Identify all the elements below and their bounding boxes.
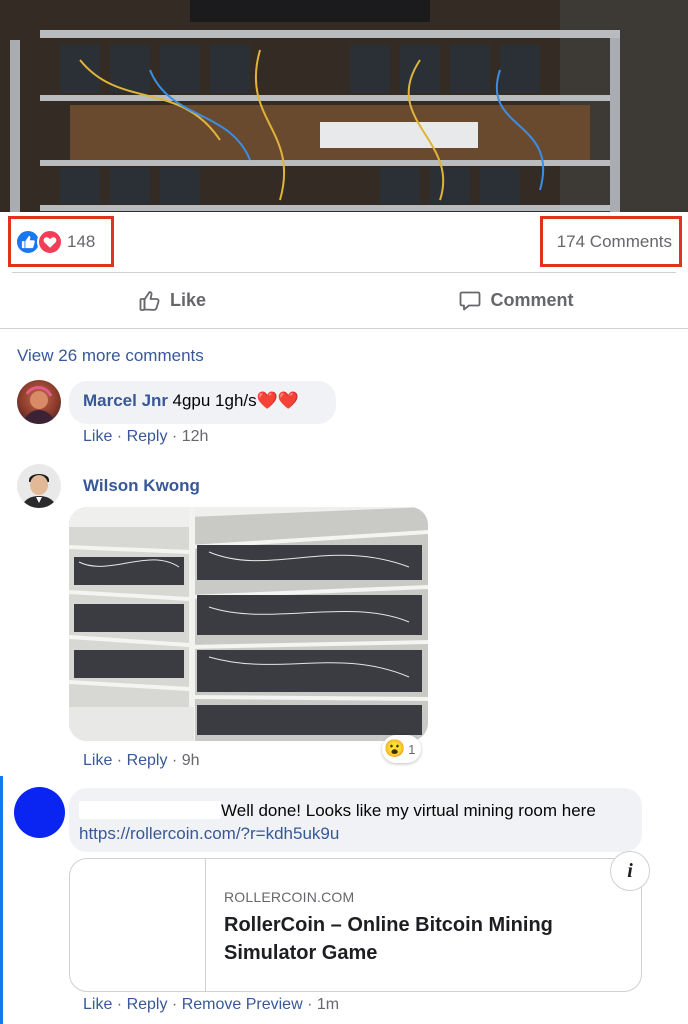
active-comment-indicator [0, 776, 3, 1024]
comment-like-link[interactable]: Like [83, 752, 112, 769]
link-preview-card[interactable]: ROLLERCOIN.COM RollerCoin – Online Bitco… [69, 858, 642, 992]
comment-reaction-count: 1 [408, 741, 416, 757]
reaction-count: 148 [67, 231, 96, 251]
comment-time[interactable]: 9h [182, 752, 200, 769]
like-button[interactable]: Like [0, 273, 344, 328]
comment-bubble: Well done! Looks like my virtual mining … [69, 788, 642, 852]
divider [0, 328, 688, 329]
comment-meta: Like · Reply · 9h [83, 752, 200, 769]
comment-time[interactable]: 12h [182, 428, 209, 445]
thumbs-up-icon [139, 290, 160, 311]
comment-author[interactable]: Wilson Kwong [83, 476, 200, 496]
comment-bubble: Marcel Jnr 4gpu 1gh/s❤️❤️ [69, 381, 336, 424]
comment-like-link[interactable]: Like [83, 428, 112, 445]
comment-reply-link[interactable]: Reply [127, 996, 168, 1013]
comment-text: Well done! Looks like my virtual mining … [221, 801, 596, 820]
link-preview-title: RollerCoin – Online Bitcoin Mining Simul… [224, 914, 553, 964]
reactions-summary-row: 148 174 Comments [0, 212, 688, 272]
comment-reaction-badge[interactable]: 😮 1 [382, 735, 422, 763]
comment-like-link[interactable]: Like [83, 996, 112, 1013]
avatar[interactable] [17, 464, 61, 508]
comment-author[interactable]: Marcel Jnr [83, 391, 168, 410]
comment-link[interactable]: https://rollercoin.com/?r=kdh5uk9u [79, 824, 339, 843]
avatar[interactable] [17, 380, 61, 424]
comment-reply-link[interactable]: Reply [127, 752, 168, 769]
comment-meta: Like · Reply · Remove Preview · 1m [83, 996, 340, 1013]
link-preview-domain: ROLLERCOIN.COM [224, 889, 355, 905]
comment-photo-mining-farm[interactable] [69, 507, 428, 741]
reactions-count-button[interactable]: 148 [8, 216, 114, 267]
remove-preview-link[interactable]: Remove Preview [182, 996, 303, 1013]
redacted-author-name [79, 801, 221, 819]
comment-meta: Like · Reply · 12h [83, 428, 209, 445]
post-photo-mining-rig[interactable] [0, 0, 688, 212]
info-icon[interactable]: i [610, 851, 650, 891]
avatar[interactable] [14, 787, 65, 838]
love-icon [37, 228, 63, 255]
comments-count-button[interactable]: 174 Comments [540, 216, 682, 267]
wow-emoji-icon: 😮 [384, 739, 406, 758]
comment-time[interactable]: 1m [317, 996, 339, 1013]
link-preview-thumbnail [70, 859, 206, 991]
post-action-bar: Like Comment [0, 273, 688, 328]
view-more-comments-link[interactable]: View 26 more comments [17, 346, 204, 366]
comment-button-label: Comment [490, 290, 574, 310]
speech-bubble-icon [460, 291, 481, 310]
heart-emoji-icon: ❤️❤️ [256, 391, 299, 410]
comment-reply-link[interactable]: Reply [127, 428, 168, 445]
comment-button[interactable]: Comment [344, 273, 688, 328]
comment-text: 4gpu 1gh/s [172, 391, 257, 410]
like-button-label: Like [169, 290, 207, 310]
